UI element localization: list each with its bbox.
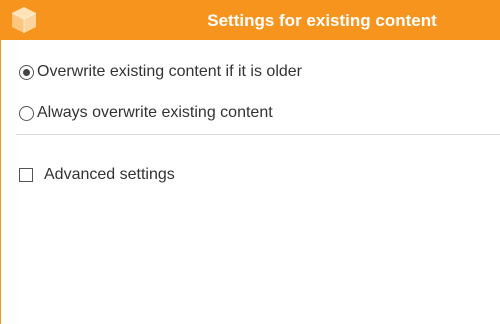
settings-window: Settings for existing content Overwrite … <box>0 0 500 324</box>
radio-unselected-icon[interactable] <box>19 105 34 121</box>
title-bar: Settings for existing content <box>1 0 500 40</box>
cube-icon <box>10 5 38 35</box>
window-title: Settings for existing content <box>207 11 437 30</box>
checkbox-icon[interactable] <box>19 168 33 182</box>
overwrite-if-older-radio[interactable]: Overwrite existing content if it is olde… <box>19 62 302 82</box>
always-overwrite-radio[interactable]: Always overwrite existing content <box>19 103 273 123</box>
always-overwrite-label: Always overwrite existing content <box>37 104 273 121</box>
overwrite-if-older-label: Overwrite existing content if it is olde… <box>37 63 302 80</box>
advanced-settings-checkbox[interactable]: Advanced settings <box>19 165 175 185</box>
divider <box>16 134 500 135</box>
advanced-settings-label: Advanced settings <box>44 166 175 183</box>
radio-selected-icon[interactable] <box>19 64 34 80</box>
